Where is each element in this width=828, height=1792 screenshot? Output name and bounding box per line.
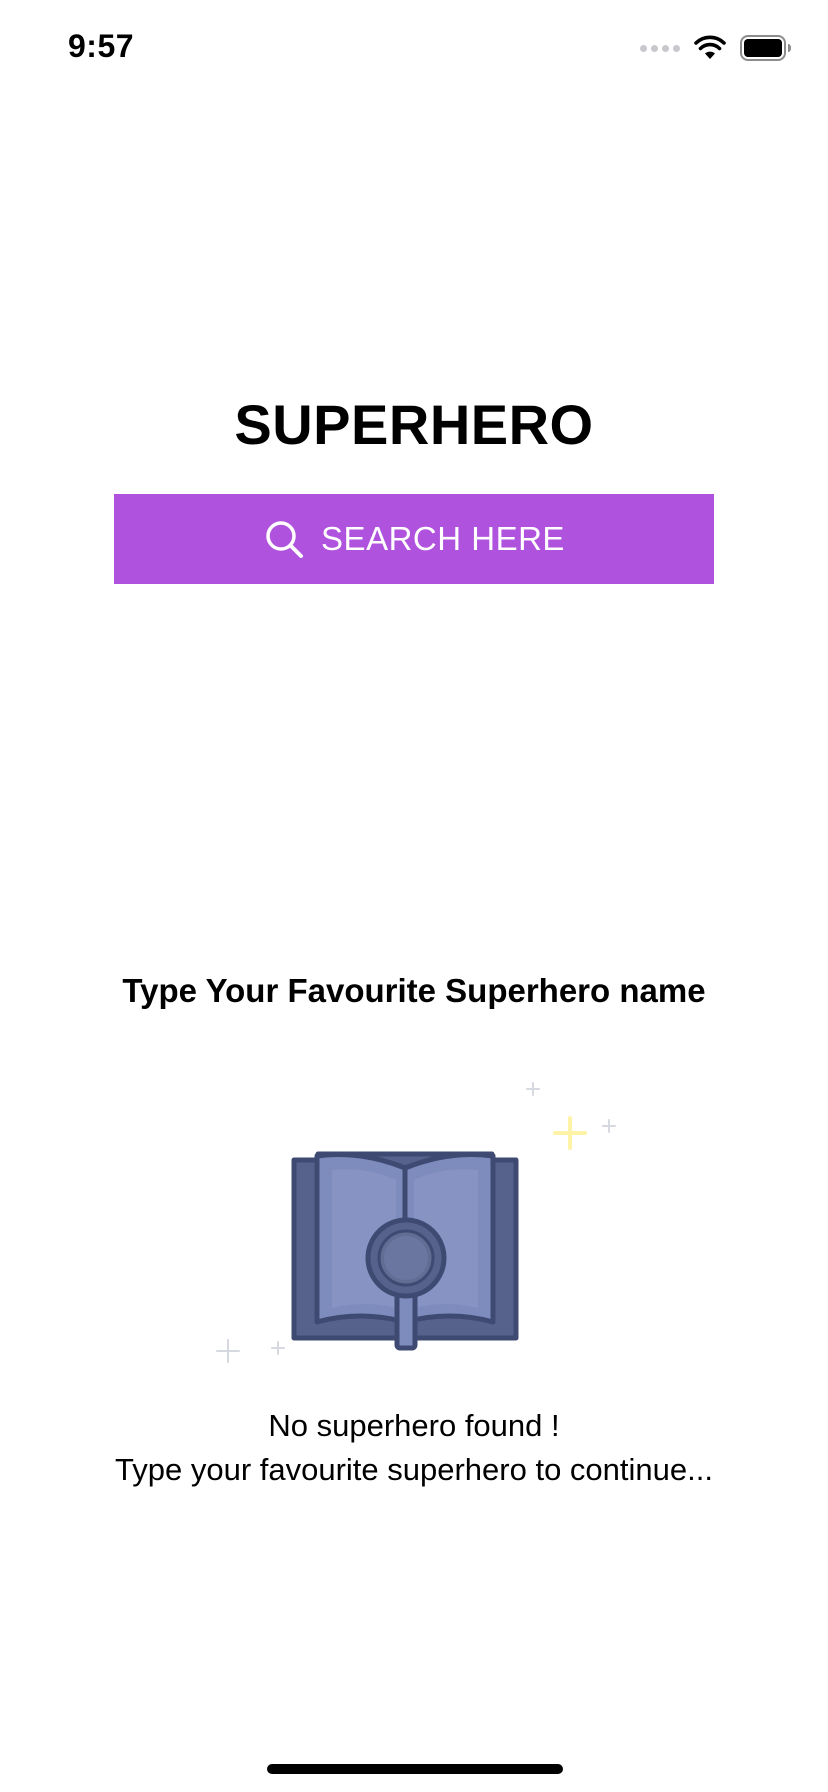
search-icon bbox=[266, 521, 304, 558]
book-magnifier-icon bbox=[216, 1082, 616, 1363]
status-time: 9:57 bbox=[68, 28, 135, 64]
search-label: SEARCH HERE bbox=[321, 520, 565, 557]
page-title: SUPERHERO bbox=[234, 393, 594, 456]
search-button[interactable]: SEARCH HERE bbox=[114, 494, 714, 584]
prompt-text: Type Your Favourite Superhero name bbox=[122, 972, 706, 1009]
status-icons bbox=[640, 34, 792, 62]
battery-icon bbox=[740, 35, 791, 61]
signal-icon bbox=[640, 44, 680, 52]
wifi-icon bbox=[694, 35, 726, 59]
home-indicator[interactable] bbox=[267, 1764, 563, 1774]
status-bar: 9:57 bbox=[0, 0, 828, 100]
empty-state-subtitle: Type your favourite superhero to continu… bbox=[115, 1452, 713, 1487]
empty-state-title: No superhero found ! bbox=[268, 1408, 560, 1443]
sparkle-icon bbox=[553, 1116, 587, 1150]
